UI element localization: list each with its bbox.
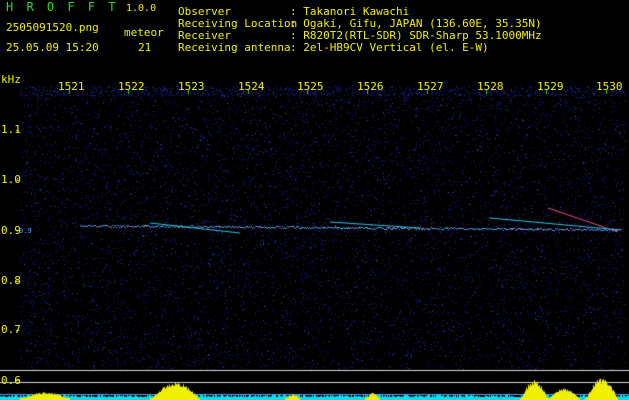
field-label-antenna: Receiving antenna [178, 41, 291, 54]
x-tick-label: 1522 [118, 80, 145, 93]
x-tick-label: 1524 [238, 80, 265, 93]
spectrogram [0, 0, 629, 400]
x-tick-label: 1521 [58, 80, 85, 93]
x-tick-label: 1523 [178, 80, 205, 93]
x-tick-label: 1529 [537, 80, 564, 93]
y-tick-label: 0.9 [1, 224, 21, 237]
field-value-antenna: : 2el-HB9CV Vertical (el. E-W) [290, 41, 489, 54]
field-value-receiver: : R820T2(RTL-SDR) SDR-Sharp 53.1000MHz [290, 29, 542, 42]
date-time: 25.05.09 15:20 [6, 41, 99, 54]
y-tick-label: 0.8 [1, 274, 21, 287]
field-value-location: : Ogaki, Gifu, JAPAN (136.60E, 35.35N) [290, 17, 542, 30]
x-tick-label: 1527 [417, 80, 444, 93]
file-name: 2505091520.png [6, 21, 99, 34]
y-tick-label: 0.7 [1, 323, 21, 336]
y-tick-label: 1.0 [1, 173, 21, 186]
y-side-label: 0.9 [19, 227, 32, 235]
x-tick-label: 1525 [297, 80, 324, 93]
meteor-label: meteor [124, 26, 164, 39]
x-tick-label: 1530 [596, 80, 623, 93]
field-label-receiver: Receiver [178, 29, 231, 42]
x-tick-label: 1528 [477, 80, 504, 93]
app-name: H R O F F T [6, 0, 119, 14]
x-tick-label: 1526 [357, 80, 384, 93]
field-label-location: Receiving Location [178, 17, 298, 30]
app-version: 1.0.0 [126, 3, 157, 14]
y-tick-label: 0.6 [1, 374, 21, 387]
meteor-count: 21 [138, 41, 152, 54]
field-value-observer: : Takanori Kawachi [290, 5, 410, 18]
axis-unit-label: kHz [1, 73, 21, 86]
y-tick-label: 1.1 [1, 123, 21, 136]
field-label-observer: Observer [178, 5, 231, 18]
